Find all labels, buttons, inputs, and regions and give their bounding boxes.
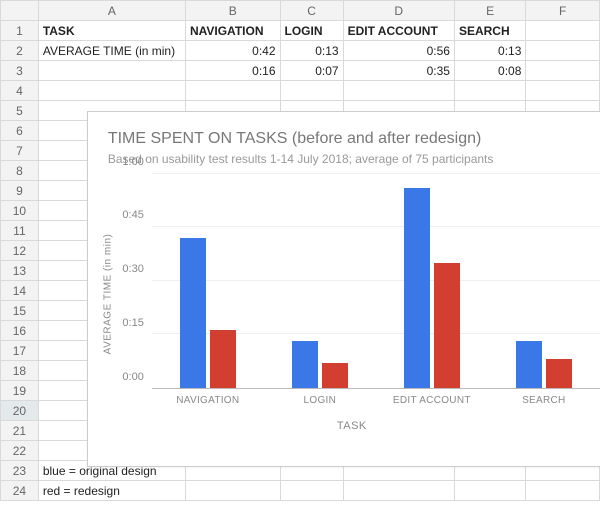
cell[interactable]: 0:42: [185, 41, 280, 61]
bar-original-design: [404, 188, 430, 388]
bar-original-design: [516, 341, 542, 387]
cell[interactable]: [526, 81, 600, 101]
bar-redesign: [210, 330, 236, 387]
spreadsheet[interactable]: ABCDEF 1TASKNAVIGATIONLOGINEDIT ACCOUNTS…: [0, 0, 600, 501]
chart-subtitle: Based on usability test results 1-14 Jul…: [108, 152, 600, 166]
y-tick: 1:00: [122, 156, 143, 168]
cell[interactable]: 0:13: [280, 41, 343, 61]
col-header-D[interactable]: D: [343, 1, 454, 21]
cell[interactable]: [185, 481, 280, 501]
row-header-11[interactable]: 11: [1, 221, 39, 241]
row-header-15[interactable]: 15: [1, 301, 39, 321]
y-tick: 0:00: [122, 371, 143, 383]
x-tick: LOGIN: [264, 389, 376, 414]
row-header-1[interactable]: 1: [1, 21, 39, 41]
row-header-23[interactable]: 23: [1, 461, 39, 481]
cell[interactable]: TIME SPENT ON TASKS (before and after re…: [38, 101, 185, 121]
cell[interactable]: 0:16: [185, 61, 280, 81]
row-header-7[interactable]: 7: [1, 141, 39, 161]
cell[interactable]: 0:08: [454, 61, 525, 81]
row-header-22[interactable]: 22: [1, 441, 39, 461]
row-header-2[interactable]: 2: [1, 41, 39, 61]
col-header-F[interactable]: F: [526, 1, 600, 21]
cell[interactable]: [526, 21, 600, 41]
bar-redesign: [546, 359, 572, 388]
y-tick: 0:15: [122, 317, 143, 329]
cell[interactable]: 0:35: [343, 61, 454, 81]
row-header-6[interactable]: 6: [1, 121, 39, 141]
row-header-16[interactable]: 16: [1, 321, 39, 341]
bar-group: [152, 174, 264, 388]
cell[interactable]: [454, 481, 525, 501]
corner-cell[interactable]: [1, 1, 39, 21]
cell[interactable]: [38, 61, 185, 81]
row-header-24[interactable]: 24: [1, 481, 39, 501]
row-header-9[interactable]: 9: [1, 181, 39, 201]
x-tick: SEARCH: [488, 389, 600, 414]
cell[interactable]: AVERAGE TIME (in min): [38, 41, 185, 61]
row-header-20[interactable]: 20: [1, 401, 39, 421]
row-header-17[interactable]: 17: [1, 341, 39, 361]
cell[interactable]: TASK: [38, 21, 185, 41]
cell[interactable]: [185, 81, 280, 101]
bar-group: [264, 174, 376, 388]
col-header-E[interactable]: E: [454, 1, 525, 21]
row-header-3[interactable]: 3: [1, 61, 39, 81]
row-header-13[interactable]: 13: [1, 261, 39, 281]
col-header-A[interactable]: A: [38, 1, 185, 21]
bar-original-design: [180, 238, 206, 388]
cell[interactable]: [280, 81, 343, 101]
bar-original-design: [292, 341, 318, 387]
row-header-4[interactable]: 4: [1, 81, 39, 101]
cell[interactable]: [526, 41, 600, 61]
row-header-18[interactable]: 18: [1, 361, 39, 381]
bar-group: [376, 174, 488, 388]
cell[interactable]: [280, 481, 343, 501]
cell[interactable]: 0:13: [454, 41, 525, 61]
col-header-C[interactable]: C: [280, 1, 343, 21]
cell[interactable]: NAVIGATION: [185, 21, 280, 41]
cell[interactable]: [526, 61, 600, 81]
cell[interactable]: [38, 81, 185, 101]
row-header-14[interactable]: 14: [1, 281, 39, 301]
cell[interactable]: SEARCH: [454, 21, 525, 41]
chart-plot: AVERAGE TIME (in min)0:000:150:300:451:0…: [152, 174, 600, 414]
row-header-19[interactable]: 19: [1, 381, 39, 401]
bar-group: [488, 174, 600, 388]
y-tick: 0:45: [122, 209, 143, 221]
x-tick: EDIT ACCOUNT: [376, 389, 488, 414]
cell[interactable]: [343, 481, 454, 501]
row-header-21[interactable]: 21: [1, 421, 39, 441]
x-tick: NAVIGATION: [152, 389, 264, 414]
bar-redesign: [434, 263, 460, 388]
chart-title: TIME SPENT ON TASKS (before and after re…: [108, 130, 600, 148]
x-axis-label: TASK: [102, 420, 600, 432]
bar-redesign: [322, 363, 348, 388]
cell[interactable]: [526, 481, 600, 501]
cell[interactable]: [343, 81, 454, 101]
row-header-8[interactable]: 8: [1, 161, 39, 181]
chart-card[interactable]: TIME SPENT ON TASKS (before and after re…: [87, 111, 600, 467]
cell[interactable]: LOGIN: [280, 21, 343, 41]
row-header-5[interactable]: 5: [1, 101, 39, 121]
cell[interactable]: red = redesign: [38, 481, 185, 501]
cell[interactable]: 0:07: [280, 61, 343, 81]
col-header-B[interactable]: B: [185, 1, 280, 21]
cell[interactable]: EDIT ACCOUNT: [343, 21, 454, 41]
cell[interactable]: 0:56: [343, 41, 454, 61]
y-tick: 0:30: [122, 263, 143, 275]
cell[interactable]: [454, 81, 525, 101]
row-header-12[interactable]: 12: [1, 241, 39, 261]
row-header-10[interactable]: 10: [1, 201, 39, 221]
